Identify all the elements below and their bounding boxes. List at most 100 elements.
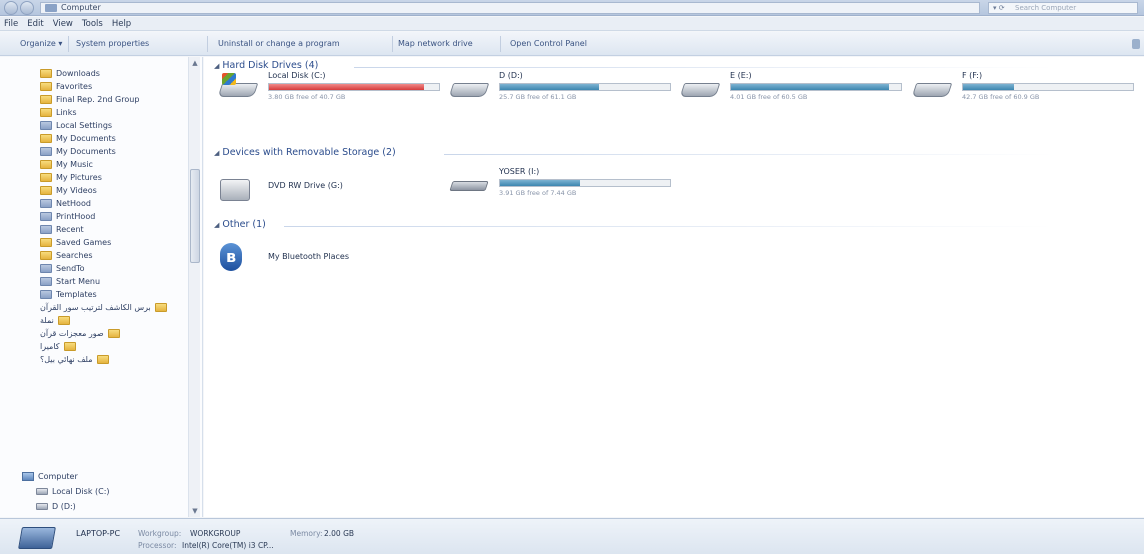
sidebar-item-arabic-5[interactable]: ملف نهائي بيل؟ bbox=[40, 353, 180, 366]
sidebar-item-templates[interactable]: Templates bbox=[40, 288, 97, 301]
sidebar-item-label: SendTo bbox=[56, 264, 85, 273]
sidebar-item-my-pictures[interactable]: My Pictures bbox=[40, 171, 102, 184]
hard-drive-icon bbox=[448, 79, 490, 99]
workgroup-label: Workgroup: bbox=[138, 529, 182, 538]
drive-name: YOSER (I:) bbox=[499, 167, 540, 176]
group-title: Other (1) bbox=[222, 219, 266, 230]
drive-c[interactable]: Local Disk (C:) 3.80 GB free of 40.7 GB bbox=[217, 71, 445, 105]
sidebar-item-arabic-1[interactable]: برس الكاشف لترتيب سور القرآن bbox=[40, 301, 180, 314]
sidebar-item-printhood[interactable]: PrintHood bbox=[40, 210, 95, 223]
content-pane: ◢ Hard Disk Drives (4) Local Disk (C:) 3.… bbox=[204, 57, 1144, 517]
folder-icon bbox=[40, 173, 52, 182]
menu-file[interactable]: File bbox=[4, 19, 18, 29]
sidebar-item-local-disk-c[interactable]: Local Disk (C:) bbox=[36, 485, 110, 498]
menu-help[interactable]: Help bbox=[112, 19, 131, 29]
drive-d[interactable]: D (D:) 25.7 GB free of 61.1 GB bbox=[448, 71, 676, 105]
sidebar-item-label: D (D:) bbox=[52, 502, 76, 511]
sidebar-item-label: Templates bbox=[56, 290, 97, 299]
sidebar-item-start-menu[interactable]: Start Menu bbox=[40, 275, 100, 288]
group-header-removable[interactable]: ◢ Devices with Removable Storage (2) bbox=[214, 147, 396, 158]
sidebar-item-recent[interactable]: Recent bbox=[40, 223, 84, 236]
folder-icon bbox=[107, 329, 120, 338]
usb-drive-i[interactable]: YOSER (I:) 3.91 GB free of 7.44 GB bbox=[449, 167, 676, 201]
menu-tools[interactable]: Tools bbox=[82, 19, 103, 29]
usb-drive-icon bbox=[449, 175, 489, 195]
sidebar-item-sendto[interactable]: SendTo bbox=[40, 262, 85, 275]
sidebar-item-links[interactable]: Links bbox=[40, 106, 77, 119]
open-control-panel-button[interactable]: Open Control Panel bbox=[510, 39, 587, 48]
sidebar-item-label: My Documents bbox=[56, 147, 116, 156]
sidebar-item-label: Final Rep. 2nd Group bbox=[56, 95, 140, 104]
menu-view[interactable]: View bbox=[53, 19, 73, 29]
sidebar-item-arabic-2[interactable]: نملة bbox=[40, 314, 180, 327]
folder-icon bbox=[40, 121, 52, 130]
sidebar-item-drive-d[interactable]: D (D:) bbox=[36, 500, 76, 513]
toolbar-divider bbox=[500, 36, 501, 52]
workgroup-value: WORKGROUP bbox=[190, 529, 241, 538]
sidebar-scrollbar[interactable]: ▲ ▼ bbox=[188, 57, 200, 517]
address-bar-row: Computer ▾ ⟳ Search Computer bbox=[0, 0, 1144, 16]
sidebar-item-label: Start Menu bbox=[56, 277, 101, 286]
folder-icon bbox=[63, 342, 76, 351]
scroll-down-arrow-icon[interactable]: ▼ bbox=[190, 506, 200, 516]
search-input[interactable]: ▾ ⟳ Search Computer bbox=[988, 2, 1138, 14]
group-divider bbox=[444, 154, 1054, 155]
sidebar-item-label: كاميرا bbox=[40, 342, 60, 351]
help-icon[interactable] bbox=[1132, 39, 1140, 49]
back-button[interactable] bbox=[4, 1, 18, 15]
sidebar-item-local-settings[interactable]: Local Settings bbox=[40, 119, 112, 132]
forward-button[interactable] bbox=[20, 1, 34, 15]
bluetooth-places-label[interactable]: My Bluetooth Places bbox=[268, 252, 349, 261]
map-network-drive-button[interactable]: Map network drive bbox=[398, 39, 473, 48]
dvd-drive-g[interactable]: DVD RW Drive (G:) bbox=[220, 171, 445, 205]
sidebar-item-label: My Pictures bbox=[56, 173, 102, 182]
sidebar-item-label: My Documents bbox=[56, 134, 116, 143]
drive-name: Local Disk (C:) bbox=[268, 71, 326, 80]
drive-f[interactable]: F (F:) 42.7 GB free of 60.9 GB bbox=[911, 71, 1139, 105]
sidebar-item-label: برس الكاشف لترتيب سور القرآن bbox=[40, 303, 151, 312]
drive-usage-fill bbox=[731, 84, 890, 90]
group-divider bbox=[284, 226, 1054, 227]
computer-icon bbox=[45, 4, 57, 12]
organize-button[interactable]: Organize ▾ bbox=[20, 39, 62, 48]
sidebar-item-final-rep[interactable]: Final Rep. 2nd Group bbox=[40, 93, 139, 106]
group-header-other[interactable]: ◢ Other (1) bbox=[214, 219, 266, 230]
sidebar-item-favorites[interactable]: Favorites bbox=[40, 80, 92, 93]
menu-edit[interactable]: Edit bbox=[27, 19, 43, 29]
dvd-drive-icon bbox=[220, 179, 256, 201]
scroll-up-arrow-icon[interactable]: ▲ bbox=[190, 58, 200, 68]
sidebar-item-label: Links bbox=[56, 108, 77, 117]
sidebar-item-my-documents-2[interactable]: My Documents bbox=[40, 145, 116, 158]
sidebar-item-arabic-4[interactable]: كاميرا bbox=[40, 340, 180, 353]
bluetooth-icon[interactable]: ʙ bbox=[220, 243, 242, 271]
folder-icon bbox=[40, 277, 52, 286]
sidebar-item-label: Local Settings bbox=[56, 121, 113, 130]
folder-icon bbox=[57, 316, 70, 325]
details-pane: LAPTOP-PC Workgroup: WORKGROUP Memory: 2… bbox=[0, 518, 1144, 554]
sidebar-item-arabic-3[interactable]: صور معجزات قرآن bbox=[40, 327, 180, 340]
sidebar-item-computer[interactable]: Computer bbox=[22, 470, 78, 483]
drive-usage-bar bbox=[730, 83, 902, 91]
sidebar-item-my-music[interactable]: My Music bbox=[40, 158, 93, 171]
sidebar-item-my-documents[interactable]: My Documents bbox=[40, 132, 116, 145]
system-properties-button[interactable]: System properties bbox=[76, 39, 149, 48]
drive-usage-fill bbox=[500, 180, 580, 186]
address-bar[interactable]: Computer bbox=[40, 2, 980, 14]
drive-name: E (E:) bbox=[730, 71, 752, 80]
refresh-icon[interactable]: ▾ ⟳ bbox=[993, 3, 1005, 13]
sidebar-item-label: Favorites bbox=[56, 82, 93, 91]
sidebar-item-downloads[interactable]: Downloads bbox=[40, 67, 100, 80]
folder-icon bbox=[40, 264, 52, 273]
uninstall-program-button[interactable]: Uninstall or change a program bbox=[218, 39, 340, 48]
drive-e[interactable]: E (E:) 4.01 GB free of 60.5 GB bbox=[679, 71, 907, 105]
drive-free-space: 3.80 GB free of 40.7 GB bbox=[268, 93, 346, 101]
sidebar-item-saved-games[interactable]: Saved Games bbox=[40, 236, 111, 249]
drive-usage-fill bbox=[963, 84, 1014, 90]
folder-icon bbox=[154, 303, 167, 312]
folder-icon bbox=[40, 238, 52, 247]
sidebar-item-searches[interactable]: Searches bbox=[40, 249, 93, 262]
sidebar-item-nethood[interactable]: NetHood bbox=[40, 197, 91, 210]
scroll-thumb[interactable] bbox=[190, 169, 200, 263]
sidebar-item-my-videos[interactable]: My Videos bbox=[40, 184, 97, 197]
group-header-hard-disks[interactable]: ◢ Hard Disk Drives (4) bbox=[214, 60, 318, 71]
